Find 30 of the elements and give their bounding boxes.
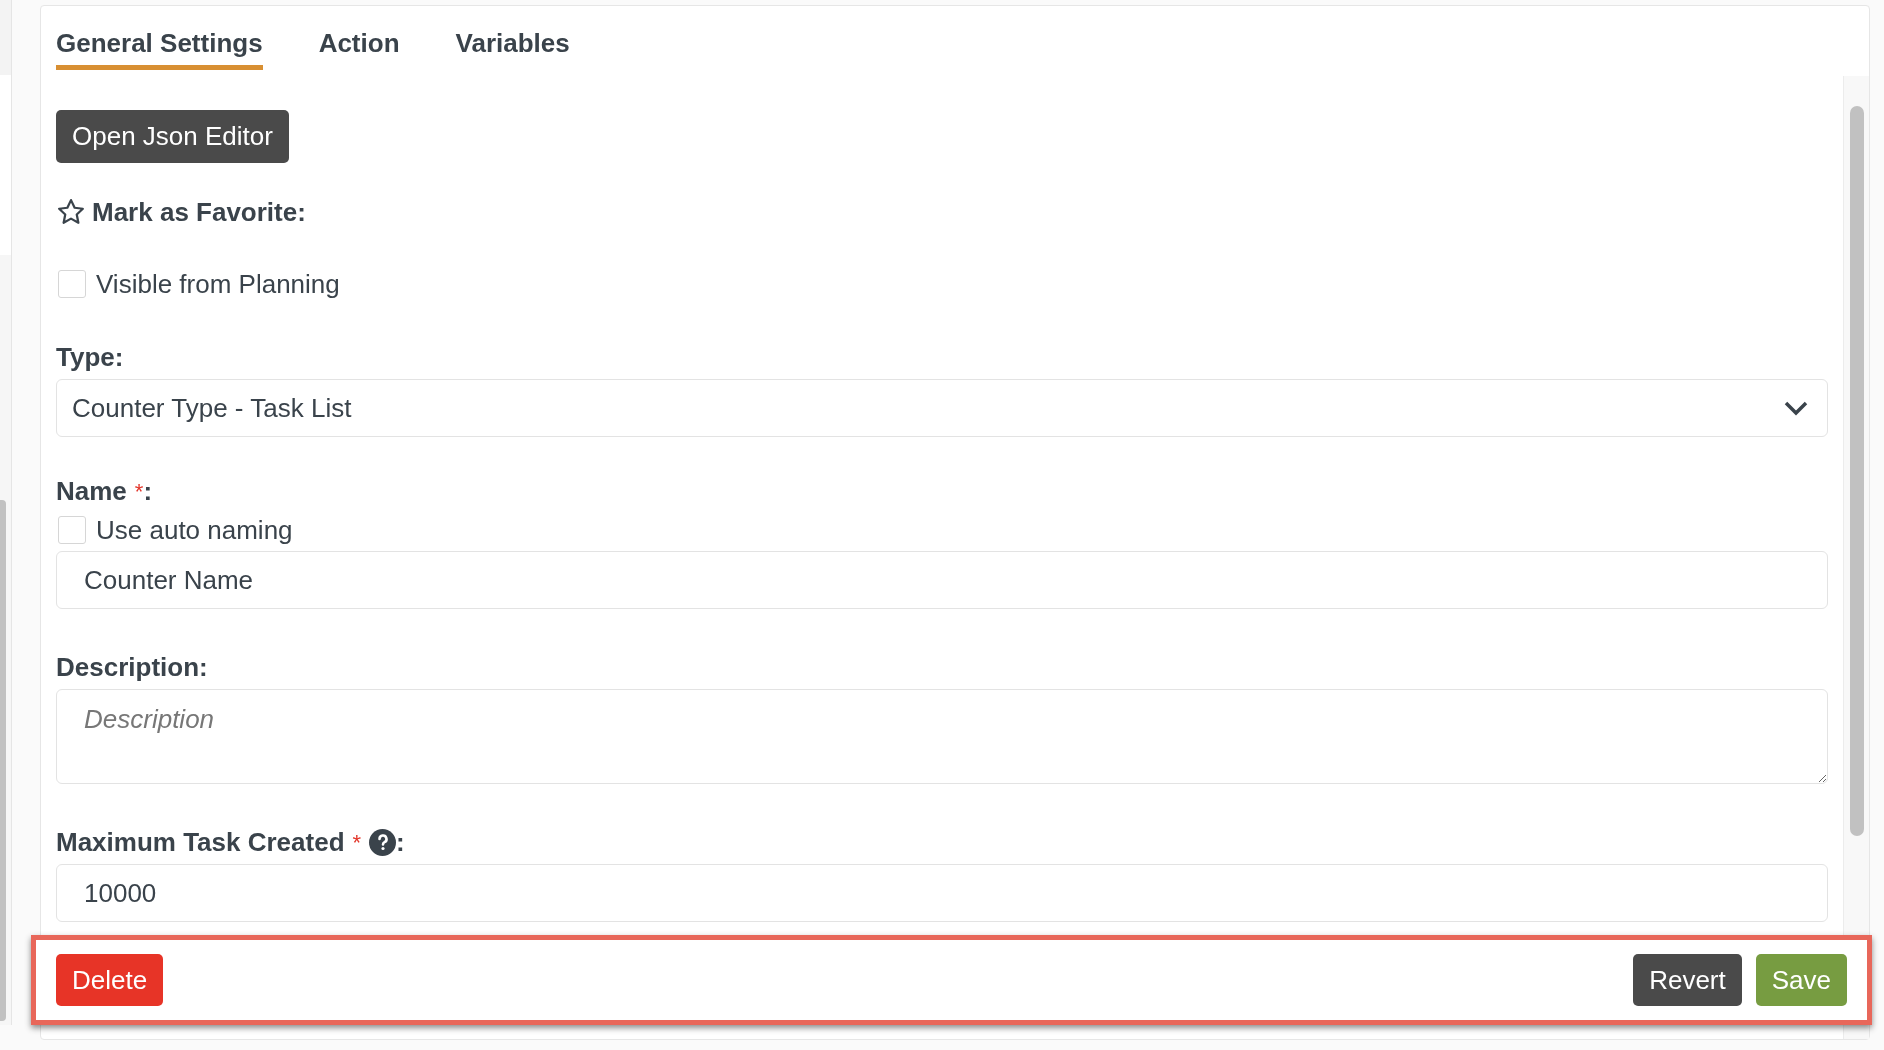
checkbox-label: Use auto naming (96, 513, 293, 547)
checkbox[interactable] (58, 270, 86, 298)
label-colon: : (143, 474, 153, 508)
favorite-label: Mark as Favorite: (92, 195, 306, 229)
field-label: Maximum Task Created (56, 825, 345, 859)
type-select[interactable]: Counter Type - Task List (56, 379, 1828, 437)
field-label: Description (56, 650, 200, 684)
scrollbar-thumb[interactable] (1849, 106, 1864, 836)
text-field[interactable]: 10000 (56, 864, 1828, 922)
label-colon: : (114, 340, 124, 374)
label-colon: : (199, 650, 208, 684)
field-label: Name (56, 474, 127, 508)
required-mark: * (352, 829, 362, 857)
help-icon[interactable] (369, 828, 397, 856)
label-colon: : (396, 825, 405, 859)
tab[interactable]: Variables (455, 24, 570, 70)
json-editor-button[interactable]: Open Json Editor (56, 110, 289, 163)
description-field[interactable]: Description (56, 689, 1828, 784)
revert-button[interactable]: Revert (1633, 954, 1742, 1006)
scrollbar-thumb[interactable] (0, 500, 6, 1021)
delete-button[interactable]: Delete (56, 954, 164, 1006)
star-icon[interactable] (56, 197, 86, 227)
tab[interactable]: General Settings (56, 24, 263, 70)
field-label: Type (56, 340, 115, 374)
tab[interactable]: Action (318, 24, 400, 70)
checkbox[interactable] (58, 516, 86, 544)
chevron-down-icon[interactable] (1783, 399, 1809, 417)
checkbox-label: Visible from Planning (96, 267, 340, 301)
text-field[interactable]: Counter Name (56, 551, 1828, 609)
required-mark: * (134, 478, 144, 506)
